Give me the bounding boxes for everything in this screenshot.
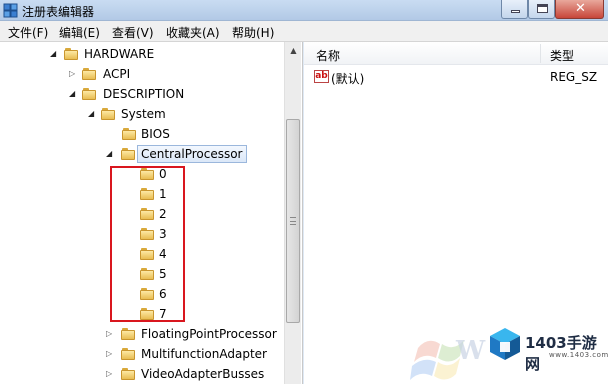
folder-icon bbox=[121, 148, 135, 160]
tree-item-hardware[interactable]: ◢ HARDWARE bbox=[0, 44, 284, 64]
expand-arrow-icon[interactable]: ▷ bbox=[106, 369, 112, 378]
tree-item-centralprocessor[interactable]: ◢ CentralProcessor bbox=[0, 144, 284, 164]
expand-arrow-icon[interactable]: ▷ bbox=[106, 329, 112, 338]
grip-icon bbox=[290, 217, 296, 225]
menu-file[interactable]: 文件(F) bbox=[8, 24, 48, 41]
folder-icon bbox=[121, 368, 135, 380]
string-value-icon: ab bbox=[314, 70, 329, 83]
close-button[interactable]: ✕ bbox=[555, 0, 604, 19]
expand-arrow-icon[interactable]: ▷ bbox=[69, 69, 75, 78]
cpu-subkeys-highlight-box bbox=[110, 166, 185, 322]
value-name: (默认) bbox=[331, 72, 365, 86]
tree-item-label: FloatingPointProcessor bbox=[141, 327, 277, 341]
tree-item-system[interactable]: ◢ System bbox=[0, 104, 284, 124]
column-header-name[interactable]: 名称 bbox=[316, 47, 340, 64]
menu-view[interactable]: 查看(V) bbox=[112, 24, 154, 41]
list-header: 名称 类型 bbox=[304, 42, 608, 65]
maximize-button[interactable] bbox=[528, 0, 555, 19]
menu-bar: 文件(F) 编辑(E) 查看(V) 收藏夹(A) 帮助(H) bbox=[0, 21, 608, 42]
tree-item-label: VideoAdapterBusses bbox=[141, 367, 265, 381]
tree-item-videoadapterbusses[interactable]: ▷ VideoAdapterBusses bbox=[0, 364, 284, 384]
tree-vertical-scrollbar[interactable]: ▲ bbox=[284, 42, 301, 384]
folder-icon bbox=[121, 328, 135, 340]
site-logo-watermark: 1403手游网 www.1403.com bbox=[487, 326, 608, 373]
tree-item-label: BIOS bbox=[141, 127, 170, 141]
minimize-button[interactable] bbox=[501, 0, 528, 19]
tree-item-multifunctionadapter[interactable]: ▷ MultifunctionAdapter bbox=[0, 344, 284, 364]
column-header-type[interactable]: 类型 bbox=[550, 47, 574, 64]
tree-item-label-selected: CentralProcessor bbox=[137, 145, 247, 163]
expand-arrow-icon[interactable]: ▷ bbox=[106, 349, 112, 358]
value-type: REG_SZ bbox=[550, 70, 598, 84]
folder-icon bbox=[82, 68, 96, 80]
tree-item-floatingpointprocessor[interactable]: ▷ FloatingPointProcessor bbox=[0, 324, 284, 344]
tree-item-bios[interactable]: BIOS bbox=[0, 124, 284, 144]
maximize-icon bbox=[537, 4, 548, 13]
scroll-up-arrow-icon[interactable]: ▲ bbox=[285, 42, 302, 59]
tree-item-description[interactable]: ◢ DESCRIPTION bbox=[0, 84, 284, 104]
scrollbar-thumb[interactable] bbox=[286, 119, 300, 323]
minimize-icon bbox=[511, 10, 520, 13]
menu-edit[interactable]: 编辑(E) bbox=[59, 24, 100, 41]
windows-wordmark-watermark: W bbox=[456, 336, 487, 366]
tree-item-label: DESCRIPTION bbox=[103, 87, 185, 101]
collapse-arrow-icon[interactable]: ◢ bbox=[69, 89, 75, 98]
regedit-app-icon bbox=[3, 3, 18, 18]
cube-logo-icon bbox=[490, 328, 520, 360]
window-title: 注册表编辑器 bbox=[22, 5, 95, 19]
menu-favorites[interactable]: 收藏夹(A) bbox=[166, 24, 220, 41]
folder-icon bbox=[64, 48, 78, 60]
tree-item-label: System bbox=[121, 107, 166, 121]
title-bar: 注册表编辑器 ✕ bbox=[0, 0, 608, 21]
folder-icon bbox=[101, 108, 115, 120]
folder-icon bbox=[82, 88, 96, 100]
collapse-arrow-icon[interactable]: ◢ bbox=[50, 49, 56, 58]
tree-item-label: HARDWARE bbox=[84, 47, 155, 61]
collapse-arrow-icon[interactable]: ◢ bbox=[88, 109, 94, 118]
tree-item-label: MultifunctionAdapter bbox=[141, 347, 267, 361]
column-divider[interactable] bbox=[540, 44, 541, 63]
collapse-arrow-icon[interactable]: ◢ bbox=[106, 149, 112, 158]
folder-icon bbox=[122, 128, 136, 140]
site-url: www.1403.com bbox=[549, 351, 608, 359]
tree-item-label: ACPI bbox=[103, 67, 131, 81]
tree-item-acpi[interactable]: ▷ ACPI bbox=[0, 64, 284, 84]
menu-help[interactable]: 帮助(H) bbox=[232, 24, 274, 41]
registry-value-row[interactable]: ab (默认) REG_SZ bbox=[304, 67, 608, 87]
close-icon: ✕ bbox=[575, 1, 586, 16]
folder-icon bbox=[121, 348, 135, 360]
